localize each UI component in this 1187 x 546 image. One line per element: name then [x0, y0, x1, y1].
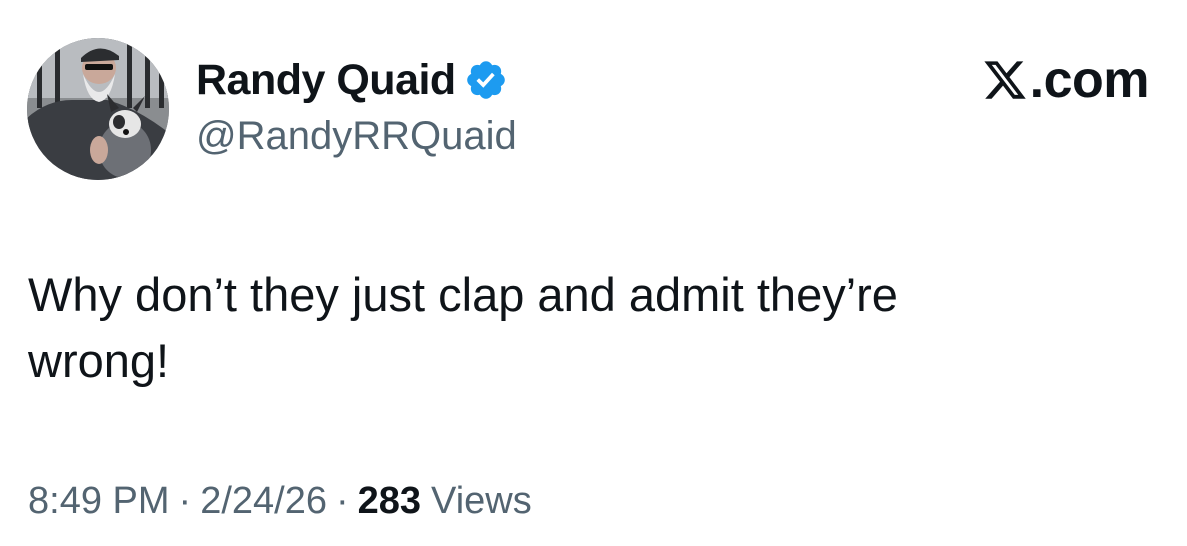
- author-name-row: Randy Quaid: [196, 52, 508, 108]
- tweet-meta: 8:49 PM · 2/24/26 · 283 Views: [28, 480, 532, 523]
- brand-label: .com: [1029, 51, 1150, 109]
- brand-watermark: .com: [982, 51, 1150, 109]
- tweet-card: Randy Quaid @RandyRRQuaid .com Why don’t…: [0, 0, 1187, 546]
- tweet-date[interactable]: 2/24/26: [200, 480, 327, 523]
- meta-separator: ·: [178, 480, 192, 522]
- avatar[interactable]: [27, 38, 169, 180]
- x-logo-icon: [982, 57, 1028, 103]
- tweet-time[interactable]: 8:49 PM: [28, 480, 170, 523]
- tweet-text: Why don’t they just clap and admit they’…: [28, 268, 898, 387]
- views-label: Views: [431, 480, 532, 522]
- verified-badge-icon[interactable]: [464, 58, 508, 102]
- views-count[interactable]: 283: [358, 480, 421, 523]
- avatar-image: [27, 38, 169, 180]
- author-handle[interactable]: @RandyRRQuaid: [196, 114, 517, 159]
- author-display-name[interactable]: Randy Quaid: [196, 56, 456, 105]
- meta-separator: ·: [335, 480, 349, 522]
